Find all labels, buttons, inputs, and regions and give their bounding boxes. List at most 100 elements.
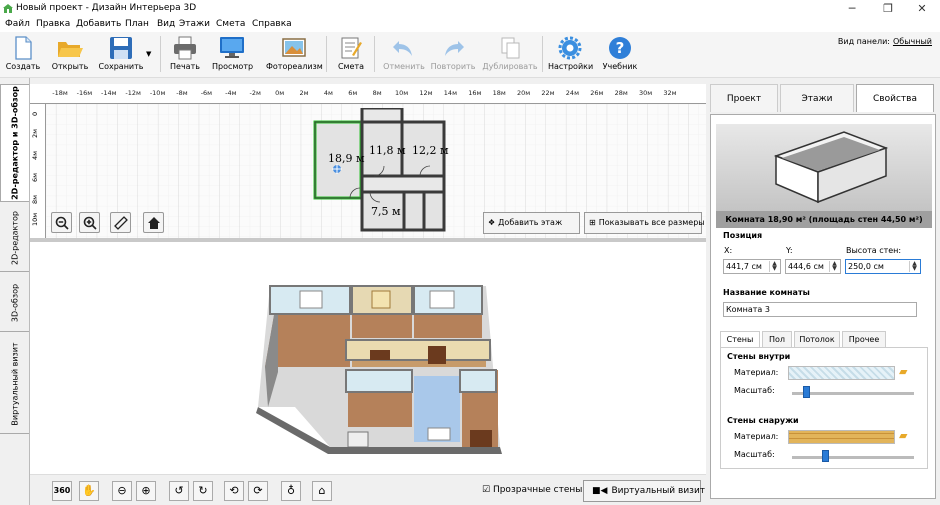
- lighting-button[interactable]: ♁: [281, 481, 301, 501]
- home-3d-button[interactable]: ⌂: [312, 481, 332, 501]
- add-floor-button[interactable]: ❖ Добавить этаж: [483, 212, 580, 234]
- rotate-right-button[interactable]: ↻: [193, 481, 213, 501]
- tilt-down-button[interactable]: ⟳: [248, 481, 268, 501]
- show-dimensions-button[interactable]: ⊞ Показывать все размеры: [584, 212, 705, 234]
- create-button[interactable]: Создать: [4, 34, 42, 76]
- photorealism-button[interactable]: Фотореализм: [266, 34, 323, 76]
- folder-icon[interactable]: ▰: [899, 365, 907, 378]
- preview-button[interactable]: Просмотр: [212, 34, 253, 76]
- spinner-arrows-icon[interactable]: ▲ ▼: [909, 261, 919, 272]
- rotate-360-button[interactable]: 360: [52, 481, 72, 501]
- tab-3d-view[interactable]: 3D-обзор: [0, 274, 29, 332]
- wall-height-label: Высота стен:: [846, 246, 902, 255]
- tab-properties[interactable]: Свойства: [856, 84, 934, 112]
- inside-scale-slider-knob[interactable]: [802, 386, 810, 398]
- zoom-in-button[interactable]: [79, 212, 100, 233]
- rotate-left-button[interactable]: ↺: [169, 481, 189, 501]
- room-name-group-title: Название комнаты: [723, 288, 810, 297]
- home-icon: ⌂: [318, 484, 326, 497]
- tilt-up-button[interactable]: ⟲: [224, 481, 244, 501]
- tilt-down-icon: ⟳: [253, 484, 263, 497]
- settings-button[interactable]: Настройки: [548, 34, 593, 76]
- open-button[interactable]: Открыть: [50, 34, 90, 76]
- tab-2d-editor[interactable]: 2D-редактор: [0, 204, 29, 272]
- subtab-floor[interactable]: Пол: [762, 331, 792, 348]
- outside-scale-slider[interactable]: [792, 456, 914, 459]
- menu-floors[interactable]: Этажи: [179, 19, 210, 29]
- subtab-ceiling[interactable]: Потолок: [794, 331, 840, 348]
- home-view-button[interactable]: [143, 212, 164, 233]
- ruler-tick-label: 0м: [275, 89, 285, 97]
- room-name-field[interactable]: Комната 3: [723, 302, 917, 317]
- toolbar-separator: [542, 36, 543, 72]
- wall-height-field[interactable]: 250,0 см ▲ ▼: [845, 259, 921, 274]
- view-mode-link[interactable]: Обычный: [893, 37, 932, 46]
- tab-virtual-visit[interactable]: Виртуальный визит: [0, 334, 29, 434]
- folder-icon[interactable]: ▰: [899, 429, 907, 442]
- ruler-tick-label: 8м: [31, 194, 39, 204]
- new-file-icon: [15, 36, 32, 60]
- spinner-arrows-icon[interactable]: ▲ ▼: [769, 261, 779, 272]
- menu-plan[interactable]: План: [125, 19, 149, 29]
- video-camera-icon: ■◀: [592, 486, 608, 496]
- zoom-in-3d-button[interactable]: ⊕: [136, 481, 156, 501]
- virtual-visit-button[interactable]: ■◀ Виртуальный визит: [583, 480, 705, 502]
- menu-file[interactable]: Файл: [5, 19, 30, 29]
- y-position-field[interactable]: 444,6 см ▲ ▼: [785, 259, 841, 274]
- ruler-tick-label: 22м: [541, 89, 555, 97]
- inside-scale-slider[interactable]: [792, 392, 914, 395]
- transparent-walls-option[interactable]: ☑ Прозрачные стены: [482, 485, 582, 495]
- room-1-area-label: 18,9 м: [328, 152, 365, 165]
- redo-button[interactable]: Повторить: [430, 34, 476, 76]
- ruler-tick-label: 6м: [348, 89, 358, 97]
- outside-scale-label: Масштаб:: [734, 450, 775, 459]
- light-bulb-icon: ♁: [286, 484, 296, 497]
- view-mode: Вид панели: Обычный: [838, 37, 932, 46]
- view-3d-canvas[interactable]: [30, 242, 706, 474]
- close-button[interactable]: ✕: [908, 1, 936, 17]
- pan-button[interactable]: ✋: [79, 481, 99, 501]
- spinner-arrows-icon[interactable]: ▲ ▼: [829, 261, 839, 272]
- menu-estimate[interactable]: Смета: [216, 19, 245, 29]
- walls-outside-title: Стены снаружи: [727, 416, 799, 425]
- menu-help[interactable]: Справка: [252, 19, 292, 29]
- zoom-out-icon: [55, 216, 69, 230]
- minimize-button[interactable]: ─: [838, 1, 866, 17]
- zoom-out-3d-button[interactable]: ⊖: [112, 481, 132, 501]
- zoom-in-icon: ⊕: [141, 484, 151, 497]
- save-button[interactable]: Сохранить: [98, 34, 144, 76]
- ruler-tick-label: -8м: [176, 89, 188, 97]
- y-label: Y:: [786, 246, 793, 255]
- tutorial-button[interactable]: ? Учебник: [600, 34, 640, 76]
- ruler-tick-label: 2м: [299, 89, 309, 97]
- zoom-out-button[interactable]: [51, 212, 72, 233]
- home-icon: [147, 217, 160, 229]
- save-dropdown-chevron-icon[interactable]: ▼: [146, 50, 151, 58]
- tab-2d-and-3d[interactable]: 2D-редактор и 3D-обзор: [0, 84, 29, 202]
- tab-floors[interactable]: Этажи: [780, 84, 854, 112]
- menu-add[interactable]: Добавить: [76, 19, 121, 29]
- outside-scale-slider-knob[interactable]: [822, 450, 830, 462]
- x-position-field[interactable]: 441,7 см ▲ ▼: [723, 259, 781, 274]
- rotate-left-icon: ↺: [174, 484, 184, 497]
- room-4-area-label: 7,5 м: [371, 205, 401, 218]
- undo-button[interactable]: Отменить: [382, 34, 426, 76]
- menu-edit[interactable]: Правка: [36, 19, 70, 29]
- measure-button[interactable]: [110, 212, 131, 233]
- subtab-other[interactable]: Прочее: [842, 331, 886, 348]
- inside-material-swatch[interactable]: [788, 366, 895, 380]
- ruler-tick-label: 2м: [31, 128, 39, 138]
- print-button[interactable]: Печать: [168, 34, 202, 76]
- maximize-button[interactable]: ❐: [874, 1, 902, 17]
- redo-icon: [445, 41, 464, 56]
- subtab-walls[interactable]: Стены: [720, 331, 760, 348]
- transparent-walls-checkbox[interactable]: ☑: [482, 485, 490, 495]
- ruler-tick-label: 16м: [468, 89, 482, 97]
- estimate-button[interactable]: Смета: [334, 34, 368, 76]
- room-3-area-label: 12,2 м: [412, 144, 449, 157]
- duplicate-button[interactable]: Дублировать: [482, 34, 538, 76]
- menu-view[interactable]: Вид: [157, 19, 175, 29]
- tab-project[interactable]: Проект: [710, 84, 778, 112]
- outside-material-swatch[interactable]: [788, 430, 895, 444]
- save-icon: [110, 37, 132, 59]
